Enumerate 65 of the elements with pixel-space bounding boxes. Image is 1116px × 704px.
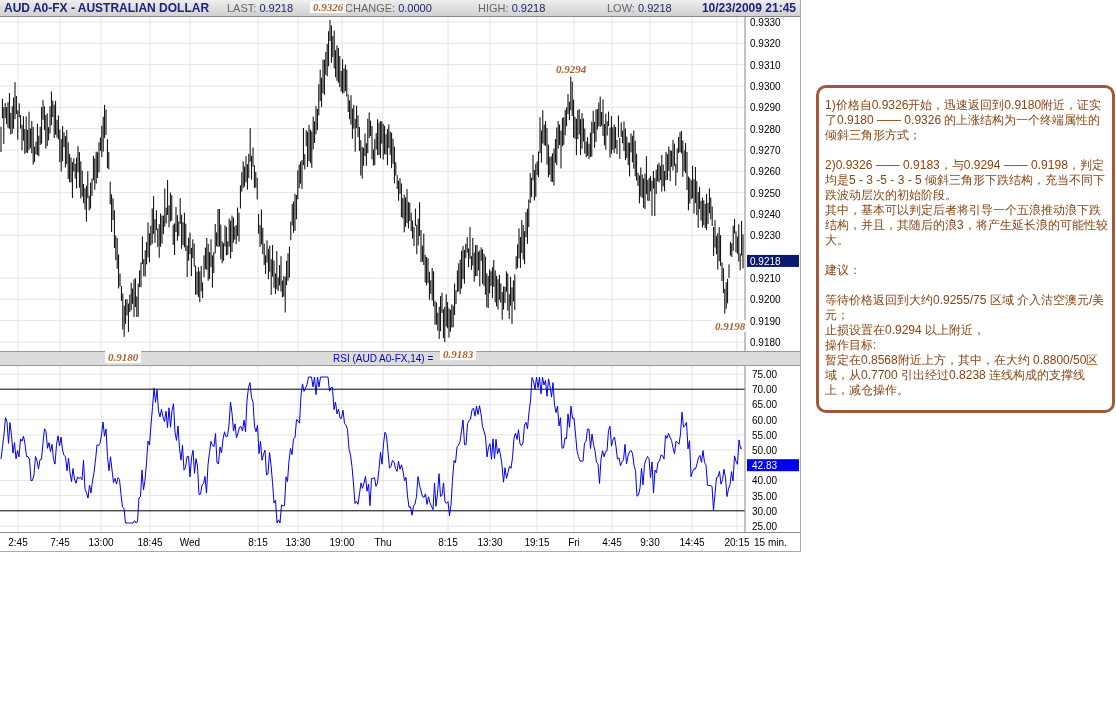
note-paragraph: 等待价格返回到大约0.9255/75 区域 介入沽空澳元/美元； [825, 293, 1106, 323]
axis-label: 0.9260 [750, 166, 781, 178]
axis-label: 18:45 [137, 537, 163, 548]
note-paragraph: 暂定在0.8568附近上方，其中，在大约 0.8800/50区域，从0.7700 引出经过0.8238 连线构成的支撑线上，减仓操作。 [825, 353, 1100, 398]
axis-label: 0.9210 [750, 273, 781, 284]
axis-label: 0.9330 [750, 17, 781, 28]
current-rsi-tag: 42.83 [747, 459, 799, 472]
note-paragraph: 操作目标: [825, 338, 878, 353]
axis-label: 0.9280 [750, 123, 781, 135]
axis-label: 7:45 [50, 537, 70, 548]
axis-label: 20:15 [724, 537, 750, 548]
interval-label: 15 min. [754, 537, 787, 548]
stat-label: HIGH: 0.9218 [478, 2, 546, 14]
price-annotation: 0.9198 [712, 320, 749, 332]
axis-label: 14:45 [679, 537, 705, 548]
axis-label: 0.9310 [750, 59, 781, 71]
axis-label: 8:15 [248, 537, 268, 548]
current-price-tag: 0.9218 [747, 254, 799, 267]
rsi-title: RSI (AUD A0-FX,14) = [333, 353, 434, 364]
axis-label: 0.9200 [750, 294, 781, 306]
price-annotation: 0.9326 [310, 1, 347, 13]
axis-label: 13:30 [285, 537, 311, 548]
axis-label: 9:30 [640, 537, 660, 548]
axis-label: 60.00 [752, 414, 778, 426]
note-paragraph: 2)0.9326 —— 0.9183，与0.9294 —— 0.9198，判定均是5 - 3 -5 - 3 - 5 倾斜三角形下跌结构，充当不同下跌波动层次的初始阶段。 [825, 158, 1107, 203]
axis-label: 0.9320 [750, 38, 781, 50]
price-annotation: 0.9180 [105, 351, 142, 363]
axis-label: 8:15 [438, 537, 458, 548]
date-time: 10/23/2009 21:45 [701, 1, 797, 15]
axis-label: Fri [568, 537, 580, 548]
axis-label: 35.00 [752, 490, 778, 502]
axis-label: 50.00 [752, 445, 778, 456]
axis-label: 13:30 [477, 537, 503, 548]
axis-label: 0.9290 [750, 102, 781, 114]
axis-label: 0.9300 [750, 81, 781, 92]
axis-label: 4:45 [602, 537, 622, 548]
price-annotation: 0.9183 [440, 348, 477, 360]
axis-label: 0.9270 [750, 145, 781, 156]
price-annotation: 0.9294 [553, 63, 590, 75]
axis-label: 0.9180 [750, 337, 781, 348]
note-paragraph: 建议： [825, 263, 862, 278]
stat-label: LOW: 0.9218 [607, 2, 672, 14]
axis-label: 55.00 [752, 429, 778, 441]
axis-label: 40.00 [752, 475, 778, 487]
stat-label: CHANGE: 0.0000 [345, 2, 432, 14]
chart-title: AUD A0-FX - AUSTRALIAN DOLLAR [3, 1, 211, 15]
axis-label: 2:45 [8, 537, 28, 548]
axis-label: 0.9190 [750, 315, 781, 327]
axis-label: 70.00 [752, 384, 778, 396]
axis-label: 0.9240 [750, 209, 781, 220]
stat-label: LAST: 0.9218 [227, 2, 294, 14]
axis-label: 65.00 [752, 399, 778, 411]
axis-label: 0.9230 [750, 230, 781, 242]
axis-label: 13:00 [88, 537, 114, 548]
note-paragraph: 其中，基本可以判定后者将引导一个五浪推动浪下跌结构，并且，其随后的浪3，将产生延长浪的可能性较大。 [825, 203, 1108, 248]
axis-label: 19:15 [524, 537, 550, 548]
axis-label: 75.00 [752, 369, 778, 380]
axis-label: 30.00 [752, 505, 778, 517]
note-paragraph: 1)价格自0.9326开始，迅速返回到0.9180附近，证实了0.9180 —— 0.9326 的上涨结构为一个终端属性的倾斜三角形方式； [825, 98, 1103, 143]
axis-label: Thu [374, 537, 392, 548]
axis-label: 0.9250 [750, 187, 781, 199]
note-paragraph: 止损设置在0.9294 以上附近， [825, 323, 987, 338]
axis-label: 25.00 [752, 521, 778, 532]
axis-label: 19:00 [329, 537, 355, 548]
axis-label: Wed [179, 537, 201, 548]
